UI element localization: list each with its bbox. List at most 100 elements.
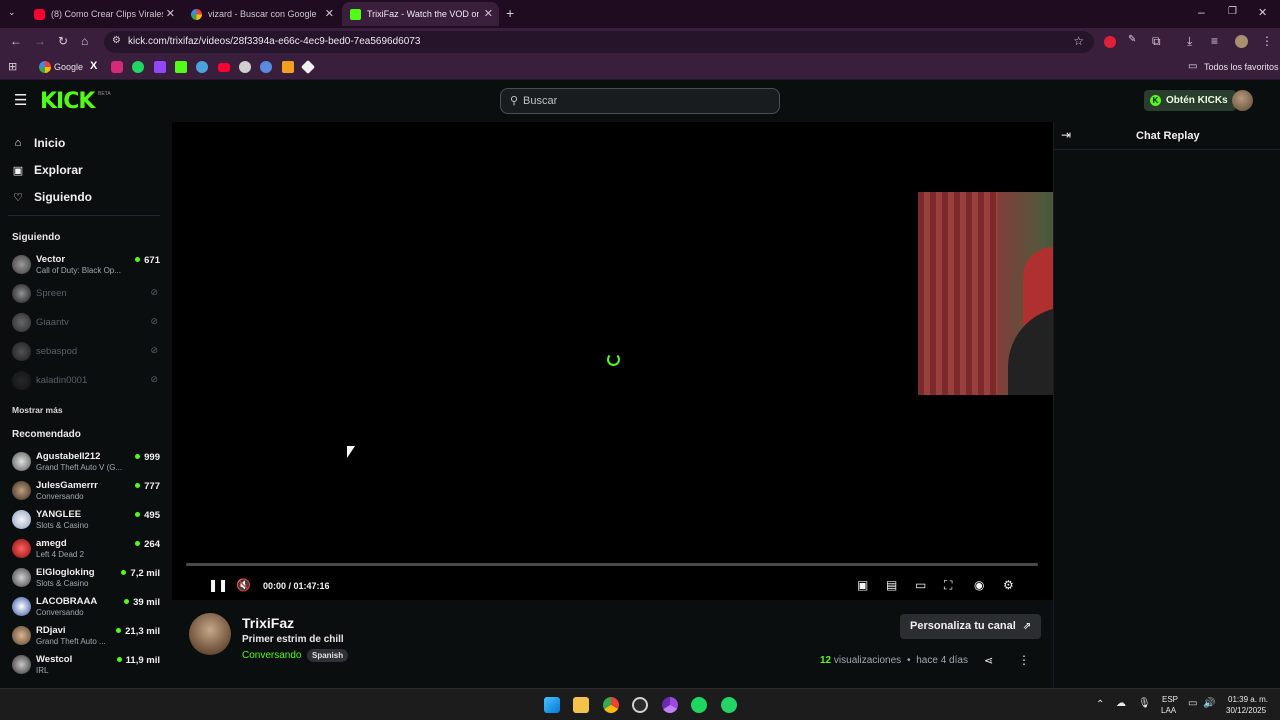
channel-item[interactable]: sebaspod ⊘ [12,339,160,365]
channel-item[interactable]: ElGlogloking Slots & Casino 7,2 mil [12,565,160,591]
spotify-icon[interactable] [132,61,144,73]
theater-mode-icon[interactable]: ▭ [915,578,926,592]
obs-icon[interactable] [632,697,648,713]
chrome-profile-icon[interactable] [662,697,678,713]
reading-list-icon[interactable]: ≡ [1211,34,1218,48]
home-icon[interactable]: ⌂ [81,34,88,48]
user-avatar[interactable] [1232,90,1253,111]
muted-volume-icon[interactable]: 🔇 [236,578,251,592]
customize-channel-label: Personaliza tu canal [910,620,1016,632]
mic-icon[interactable]: 🎙 [1138,698,1151,709]
channel-item[interactable]: Spreen ⊘ [12,281,160,307]
bookmark-icon[interactable] [260,61,272,73]
stream-category[interactable]: Conversando [242,650,301,661]
progress-bar[interactable] [186,563,1038,566]
kick-icon[interactable] [175,61,187,73]
new-tab-icon[interactable]: + [506,5,514,21]
hamburger-menu-icon[interactable]: ☰ [14,91,27,109]
kick-logo[interactable]: KICK [40,89,95,114]
sidebar-item-inicio[interactable]: ⌂ Inicio [12,136,66,150]
input-language-top[interactable]: ESP [1162,695,1178,704]
extensions-puzzle-icon[interactable]: ⧉ [1152,34,1161,49]
channel-item[interactable]: LACOBRAAA Conversando 39 mil [12,594,160,620]
share-icon[interactable]: ⋖ [984,654,993,667]
forward-icon[interactable]: → [34,34,46,48]
bookmark-icon[interactable] [300,59,316,75]
show-more-link[interactable]: Mostrar más [12,405,63,415]
channel-category: Left 4 Dead 2 [36,550,85,559]
get-kicks-button[interactable]: K Obtén KICKs [1144,90,1236,111]
channel-item[interactable]: Agustabell212 Grand Theft Auto V (G... 9… [12,449,160,475]
pause-icon[interactable]: ❚❚ [208,578,228,592]
channel-item[interactable]: Westcol IRL 11,9 mil [12,652,160,678]
mini-player-icon[interactable]: ▣ [857,578,868,592]
tab-title: TrixiFaz - Watch the VOD on Ki [367,9,479,19]
bookmark-icon[interactable] [282,61,294,73]
profile-avatar[interactable] [1235,35,1248,48]
download-icon[interactable]: ⤓ [1187,34,1192,49]
clock-time[interactable]: 01:39 a. m. [1228,695,1268,704]
window-close-icon[interactable]: ✕ [1258,6,1267,19]
spotify-icon[interactable] [691,697,707,713]
twitch-icon[interactable] [154,61,166,73]
channel-item[interactable]: RDjavi Grand Theft Auto ... 21,3 mil [12,623,160,649]
close-icon[interactable]: ✕ [166,7,175,20]
all-bookmarks-link[interactable]: Todos los favoritos [1204,62,1279,72]
file-explorer-icon[interactable] [573,697,589,713]
streamer-name[interactable]: TrixiFaz [242,615,294,631]
bookmark-icon[interactable] [196,61,208,73]
bookmark-google[interactable]: Google [54,62,83,72]
close-icon[interactable]: ✕ [325,7,334,20]
address-bar[interactable]: ⚙ kick.com/trixifaz/videos/28f3394a-e66c… [104,31,1094,53]
menu-dots-icon[interactable]: ⋮ [1261,34,1273,48]
clock-date[interactable]: 30/12/2025 [1226,706,1266,715]
playback-speed-icon[interactable]: ◉ [974,578,984,592]
maximize-icon[interactable]: ❐ [1228,6,1237,17]
clip-icon[interactable]: ▤ [886,578,897,592]
windows-start-icon[interactable] [544,697,560,713]
tab-google[interactable]: vizard - Buscar con Google ✕ [183,2,340,26]
settings-gear-icon[interactable]: ⚙ [1003,578,1014,592]
customize-channel-button[interactable]: Personaliza tu canal ⇗ [900,614,1042,639]
collapse-chat-icon[interactable]: ⇥ [1061,128,1071,142]
tab-youtube[interactable]: (8) Como Crear Clips Virales co ✕ [26,2,181,26]
tray-app-icon[interactable]: ☁ [1116,698,1126,709]
back-icon[interactable]: ← [10,34,22,48]
network-icon[interactable]: ▭ [1188,698,1197,709]
extension-icon[interactable]: ✎ [1128,34,1136,45]
tab-kick[interactable]: TrixiFaz - Watch the VOD on Ki ✕ [342,2,499,26]
channel-item[interactable]: kaladin0001 ⊘ [12,368,160,394]
volume-icon[interactable]: 🔊 [1203,698,1215,709]
channel-item[interactable]: YANGLEE Slots & Casino 495 [12,507,160,533]
avatar [12,481,31,500]
language-tag[interactable]: Spanish [307,649,349,662]
fullscreen-icon[interactable]: ⛶ [944,578,952,593]
extension-record-icon[interactable] [1104,36,1116,48]
sidebar-item-explorar[interactable]: ▣ Explorar [12,163,83,177]
apps-grid-icon[interactable]: ⊞ [8,60,17,73]
chrome-icon[interactable] [603,697,619,713]
close-icon[interactable]: ✕ [484,7,493,20]
more-options-icon[interactable]: ⋮ [1018,653,1030,667]
tray-overflow-icon[interactable]: ⌃ [1096,699,1104,710]
channel-name: Agustabell212 [36,451,101,462]
threads-icon[interactable] [239,61,251,73]
minimize-icon[interactable]: – [1198,5,1205,19]
streamer-avatar[interactable] [189,613,231,655]
x-twitter-icon[interactable]: X [90,60,97,72]
channel-item[interactable]: Vector Call of Duty: Black Op... 671 [12,252,160,278]
youtube-icon[interactable] [218,63,230,72]
tab-search-icon[interactable]: ⌄ [8,7,16,18]
channel-item[interactable]: Giaantv ⊘ [12,310,160,336]
search-input[interactable] [523,93,763,109]
channel-item[interactable]: amegd Left 4 Dead 2 264 [12,536,160,562]
sidebar-item-siguiendo[interactable]: ♡ Siguiendo [12,190,92,204]
channel-item[interactable]: JulesGamerrr Conversando 777 [12,478,160,504]
input-language-bottom[interactable]: LAA [1161,706,1176,715]
reload-icon[interactable]: ↻ [58,34,68,48]
google-icon[interactable] [39,61,51,73]
site-info-icon[interactable]: ⚙ [112,35,121,46]
whatsapp-icon[interactable] [721,697,737,713]
instagram-icon[interactable] [111,61,123,73]
bookmark-star-icon[interactable]: ☆ [1073,34,1084,48]
